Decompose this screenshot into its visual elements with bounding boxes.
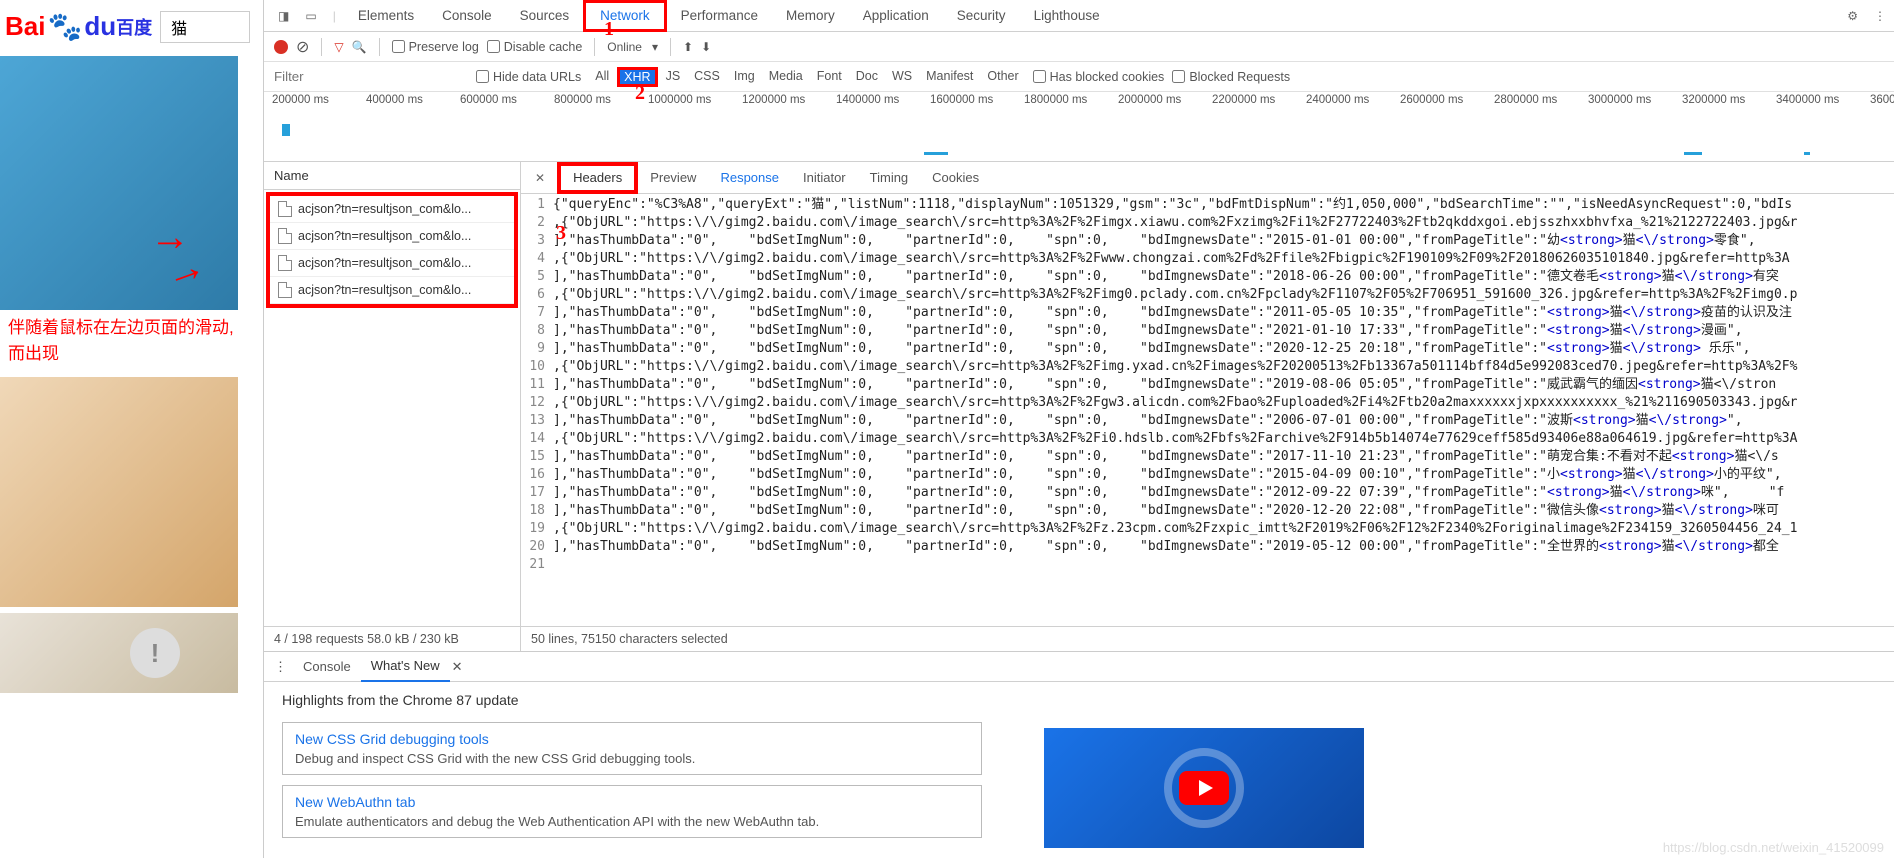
tab-application[interactable]: Application <box>849 0 943 32</box>
close-icon[interactable]: ✕ <box>452 659 463 675</box>
request-row[interactable]: acjson?tn=resultjson_com&lo... <box>270 277 514 304</box>
document-icon <box>278 282 292 298</box>
detail-tab-preview[interactable]: Preview <box>638 162 708 194</box>
filter-input[interactable] <box>268 65 468 88</box>
whats-new-card[interactable]: New WebAuthn tab Emulate authenticators … <box>282 785 982 838</box>
tab-memory[interactable]: Memory <box>772 0 849 32</box>
settings-icon[interactable]: ⚙ <box>1839 9 1866 23</box>
drawer-tab-what-s-new[interactable]: What's New <box>361 652 450 682</box>
has-blocked-cookies-checkbox[interactable]: Has blocked cookies <box>1033 70 1165 84</box>
name-column-header[interactable]: Name <box>264 162 520 190</box>
document-icon <box>278 228 292 244</box>
record-button[interactable] <box>274 40 288 54</box>
filter-js[interactable]: JS <box>660 67 687 87</box>
tab-console[interactable]: Console <box>428 0 506 32</box>
detail-tab-cookies[interactable]: Cookies <box>920 162 991 194</box>
request-detail: ✕ HeadersPreviewResponseInitiatorTimingC… <box>521 162 1894 651</box>
filter-all[interactable]: All <box>589 67 615 87</box>
detail-tabs: ✕ HeadersPreviewResponseInitiatorTimingC… <box>521 162 1894 194</box>
more-icon[interactable]: ⋮ <box>1866 9 1894 23</box>
request-row[interactable]: acjson?tn=resultjson_com&lo... <box>270 223 514 250</box>
filter-css[interactable]: CSS <box>688 67 726 87</box>
drawer-tabs: ⋮ ConsoleWhat's New ✕ <box>264 652 1894 682</box>
request-list: Name acjson?tn=resultjson_com&lo...acjso… <box>264 162 521 651</box>
paw-icon: 🐾 <box>47 10 82 43</box>
annotation-number: 3 <box>556 222 566 245</box>
request-row[interactable]: acjson?tn=resultjson_com&lo... <box>270 250 514 277</box>
filter-icon[interactable]: ▽ <box>334 40 343 54</box>
request-summary: 4 / 198 requests 58.0 kB / 230 kB <box>264 626 520 651</box>
detail-tab-headers[interactable]: Headers <box>557 162 638 194</box>
devtools-panel: ◨ ▭ | ElementsConsoleSourcesNetworkPerfo… <box>263 0 1894 858</box>
network-toolbar: ⊘ ▽ 🔍 Preserve log Disable cache Online … <box>264 32 1894 62</box>
drawer-menu-icon[interactable]: ⋮ <box>274 659 287 675</box>
download-icon[interactable]: ⬇ <box>701 40 711 54</box>
timeline-overview[interactable]: 200000 ms400000 ms600000 ms800000 ms1000… <box>264 92 1894 162</box>
annotation-number: 2 <box>635 82 645 105</box>
hide-data-urls-checkbox[interactable]: Hide data URLs <box>476 70 581 84</box>
detail-tab-response[interactable]: Response <box>708 162 791 194</box>
annotation-text: 伴随着鼠标在左边页面的滑动, 而出现 <box>0 310 263 371</box>
clear-icon[interactable]: ⊘ <box>296 37 309 57</box>
filter-font[interactable]: Font <box>811 67 848 87</box>
document-icon <box>278 201 292 217</box>
tab-lighthouse[interactable]: Lighthouse <box>1020 0 1114 32</box>
code-status: 50 lines, 75150 characters selected <box>521 626 1894 651</box>
filter-doc[interactable]: Doc <box>850 67 884 87</box>
document-icon <box>278 255 292 271</box>
close-icon[interactable]: ✕ <box>527 171 553 185</box>
tab-performance[interactable]: Performance <box>667 0 772 32</box>
search-input[interactable] <box>160 11 250 43</box>
response-body[interactable]: 1{"queryEnc":"%C3%A8","queryExt":"猫","li… <box>521 194 1894 626</box>
filter-other[interactable]: Other <box>981 67 1024 87</box>
filter-manifest[interactable]: Manifest <box>920 67 979 87</box>
exclamation-icon: ! <box>130 628 180 678</box>
annotation-number: 1 <box>604 18 614 41</box>
preserve-log-checkbox[interactable]: Preserve log <box>392 40 479 54</box>
whats-new-heading: Highlights from the Chrome 87 update <box>282 692 1876 708</box>
detail-tab-timing[interactable]: Timing <box>858 162 921 194</box>
result-image: ! <box>0 613 238 693</box>
devtools-top-tabs: ◨ ▭ | ElementsConsoleSourcesNetworkPerfo… <box>264 0 1894 32</box>
search-icon[interactable]: 🔍 <box>352 40 367 54</box>
watermark: https://blog.csdn.net/weixin_41520099 <box>1663 840 1884 855</box>
request-row[interactable]: acjson?tn=resultjson_com&lo... <box>270 196 514 223</box>
tab-network[interactable]: Network <box>583 0 667 32</box>
drawer-tab-console[interactable]: Console <box>293 652 361 682</box>
device-icon[interactable]: ▭ <box>297 9 324 23</box>
result-image <box>0 377 238 607</box>
disable-cache-checkbox[interactable]: Disable cache <box>487 40 583 54</box>
detail-tab-initiator[interactable]: Initiator <box>791 162 858 194</box>
baidu-page-preview: Bai🐾du百度 → → 伴随着鼠标在左边页面的滑动, 而出现 ! <box>0 0 263 858</box>
filter-img[interactable]: Img <box>728 67 761 87</box>
filter-ws[interactable]: WS <box>886 67 918 87</box>
blocked-requests-checkbox[interactable]: Blocked Requests <box>1172 70 1290 84</box>
play-icon <box>1179 771 1229 805</box>
tab-security[interactable]: Security <box>943 0 1020 32</box>
whats-new-card[interactable]: New CSS Grid debugging tools Debug and i… <box>282 722 982 775</box>
inspect-icon[interactable]: ◨ <box>270 9 297 23</box>
filter-media[interactable]: Media <box>763 67 809 87</box>
throttling-select[interactable]: Online ▾ <box>607 40 658 54</box>
tab-sources[interactable]: Sources <box>506 0 584 32</box>
filter-bar: Hide data URLs AllXHRJSCSSImgMediaFontDo… <box>264 62 1894 92</box>
tab-elements[interactable]: Elements <box>344 0 428 32</box>
baidu-logo: Bai🐾du百度 <box>5 10 152 43</box>
promo-video[interactable] <box>1044 728 1364 848</box>
upload-icon[interactable]: ⬆ <box>683 40 693 54</box>
